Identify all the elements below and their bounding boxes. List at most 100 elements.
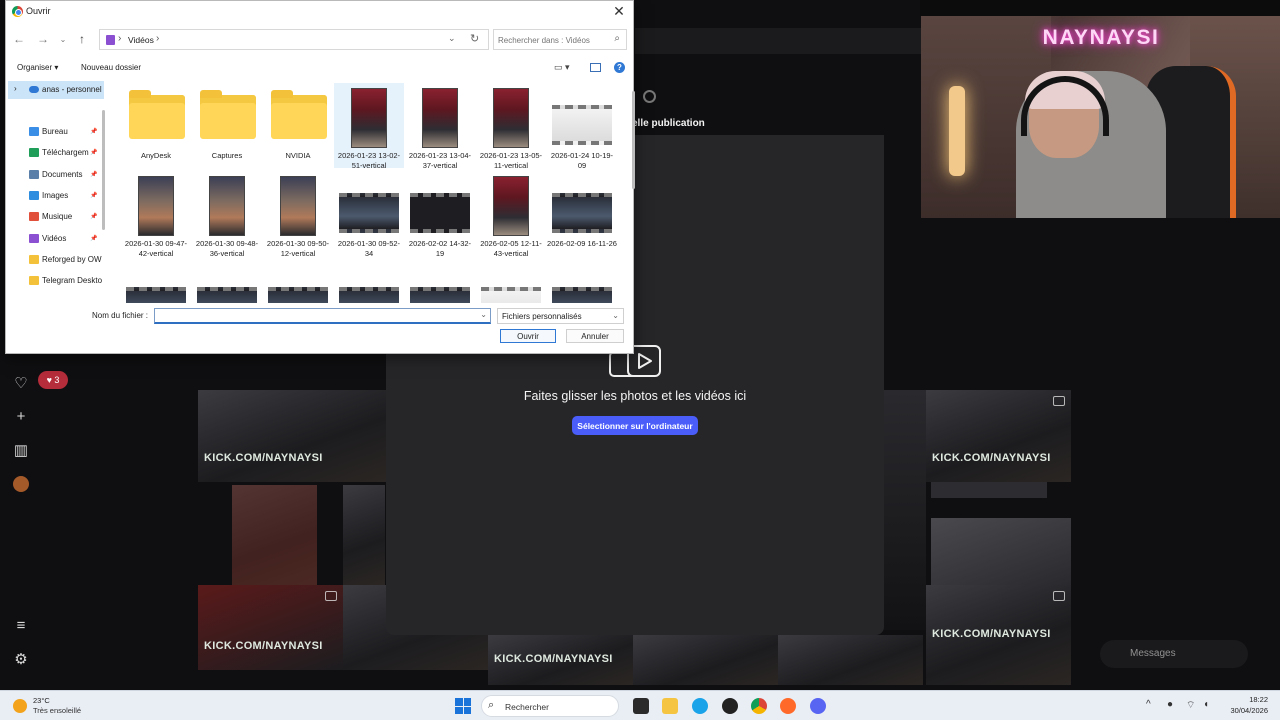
dialog-title-bar[interactable]: Ouvrir ✕: [6, 1, 633, 23]
address-bar[interactable]: › Vidéos › ⌄ ↻: [99, 29, 489, 50]
video-tile[interactable]: [884, 390, 926, 630]
obs-icon[interactable]: [722, 698, 738, 714]
close-icon[interactable]: ✕: [611, 3, 627, 20]
new-folder-button[interactable]: Nouveau dossier: [81, 63, 141, 72]
video-file-item[interactable]: 2026-02-02 14-32-19: [405, 171, 475, 258]
up-icon[interactable]: ↑: [75, 32, 89, 46]
help-icon[interactable]: ?: [614, 62, 625, 73]
video-tile[interactable]: [633, 635, 778, 685]
task-view-icon[interactable]: [633, 698, 649, 714]
video-thumbnail[interactable]: [481, 287, 541, 303]
nav-item-label[interactable]: Téléchargem: [42, 148, 89, 157]
volume-icon[interactable]: ◖: [1203, 699, 1209, 710]
video-tile[interactable]: [931, 482, 1047, 498]
preview-pane-icon[interactable]: [590, 63, 601, 72]
search-icon[interactable]: ⌕: [614, 33, 620, 44]
microphone-icon[interactable]: ●: [1167, 699, 1173, 710]
nav-item-label[interactable]: Images: [42, 191, 68, 200]
filetype-select[interactable]: Fichiers personnalisés ⌄: [497, 308, 624, 324]
video-tile[interactable]: KICK.COM/NAYNAYSI: [926, 585, 1071, 685]
cancel-button[interactable]: Annuler: [566, 329, 624, 343]
nav-item-label[interactable]: Reforged by OW: [42, 255, 102, 264]
nav-item-label[interactable]: Musique: [42, 212, 72, 221]
weather-sun-icon[interactable]: [13, 699, 27, 713]
chevron-down-icon[interactable]: ⌄: [480, 310, 487, 319]
organize-menu[interactable]: Organiser ▾: [17, 63, 58, 72]
refresh-icon[interactable]: ↻: [470, 32, 479, 45]
video-tile[interactable]: KICK.COM/NAYNAYSI: [488, 635, 633, 685]
menu-icon[interactable]: ≡: [12, 617, 30, 635]
video-tile[interactable]: [343, 485, 385, 585]
messages-button[interactable]: Messages: [1100, 640, 1248, 668]
filename-input[interactable]: [157, 310, 477, 322]
chevron-down-icon[interactable]: ⌄: [448, 33, 456, 44]
taskbar-search[interactable]: ⌕ Rechercher: [481, 695, 619, 717]
nav-scrollbar[interactable]: [102, 110, 105, 230]
chevron-up-icon[interactable]: ^: [1146, 699, 1151, 710]
video-tile[interactable]: [778, 635, 923, 685]
chevron-right-icon[interactable]: ›: [118, 33, 121, 44]
edge-icon[interactable]: [692, 698, 708, 714]
weather-temperature[interactable]: 23°C: [33, 696, 50, 705]
video-file-item[interactable]: 2026-02-09 16-11-26: [547, 171, 617, 256]
nav-item-label[interactable]: anas - personnel: [42, 85, 102, 94]
video-tile[interactable]: KICK.COM/NAYNAYSI: [926, 390, 1071, 482]
video-thumbnail[interactable]: [339, 287, 399, 303]
breadcrumb-videos[interactable]: Vidéos: [128, 35, 154, 45]
video-file-item[interactable]: 2026-01-30 09-48-36-vertical: [192, 171, 262, 258]
heart-icon[interactable]: ♡: [12, 375, 30, 393]
video-tile[interactable]: [931, 518, 1071, 585]
search-input[interactable]: [498, 33, 608, 47]
view-options-icon[interactable]: ▭ ▾: [554, 62, 570, 73]
back-icon[interactable]: ←: [12, 32, 26, 46]
recent-locations-icon[interactable]: ⌄: [56, 35, 70, 44]
firefox-icon[interactable]: [780, 698, 796, 714]
video-file-item[interactable]: 2026-01-30 09-50-12-vertical: [263, 171, 333, 258]
video-thumbnail[interactable]: [126, 287, 186, 303]
threads-icon[interactable]: ⚙: [12, 651, 30, 669]
video-tile[interactable]: [232, 485, 317, 585]
video-thumbnail[interactable]: [410, 287, 470, 303]
discord-icon[interactable]: [810, 698, 826, 714]
video-file-item[interactable]: 2026-01-30 09-52-34: [334, 171, 404, 258]
clock-time[interactable]: 18:22: [1226, 695, 1268, 704]
chevron-down-icon[interactable]: ⌄: [612, 311, 619, 320]
watermark-text: KICK.COM/NAYNAYSI: [932, 628, 1051, 640]
open-button[interactable]: Ouvrir: [500, 329, 556, 343]
stats-icon[interactable]: ▥: [12, 442, 30, 460]
video-file-item[interactable]: 2026-01-23 13-05-11-vertical: [476, 83, 546, 170]
file-list-scrollbar[interactable]: [632, 91, 635, 189]
network-icon[interactable]: ⌔: [1186, 699, 1195, 712]
video-tile[interactable]: KICK.COM/NAYNAYSI: [198, 390, 386, 482]
chrome-icon[interactable]: [751, 698, 767, 714]
video-tile[interactable]: KICK.COM/NAYNAYSI: [198, 585, 343, 670]
video-file-item[interactable]: 2026-01-23 13-02-51-vertical: [334, 83, 404, 170]
video-thumbnail[interactable]: [552, 287, 612, 303]
forward-icon[interactable]: →: [36, 32, 50, 46]
weather-description[interactable]: Très ensoleillé: [33, 706, 81, 715]
nav-item-label[interactable]: Bureau: [42, 127, 68, 136]
nav-item-label[interactable]: Vidéos: [42, 234, 66, 243]
create-icon[interactable]: +: [12, 408, 30, 426]
video-file-item[interactable]: 2026-01-23 13-04-37-vertical: [405, 83, 475, 170]
filename-combobox[interactable]: ⌄: [154, 308, 491, 324]
folder-item[interactable]: AnyDesk: [121, 83, 191, 168]
expand-chevron-icon[interactable]: ›: [14, 84, 17, 93]
nav-item-label[interactable]: Telegram Deskto: [42, 276, 102, 285]
clock-date[interactable]: 30/04/2026: [1222, 706, 1268, 715]
folder-item[interactable]: NVIDIA: [263, 83, 333, 168]
video-thumbnail[interactable]: [197, 287, 257, 303]
profile-avatar[interactable]: [13, 476, 29, 492]
folder-item[interactable]: Captures: [192, 83, 262, 168]
nav-item-label[interactable]: Documents: [42, 170, 82, 179]
video-file-item[interactable]: 2026-01-24 10-19-09: [547, 83, 617, 170]
select-from-computer-button[interactable]: Sélectionner sur l'ordinateur: [572, 416, 698, 435]
chevron-right-icon[interactable]: ›: [156, 33, 159, 44]
video-file-item[interactable]: 2026-02-05 12-11-43-vertical: [476, 171, 546, 258]
file-explorer-icon[interactable]: [662, 698, 678, 714]
windows-start-icon[interactable]: [455, 698, 471, 714]
video-thumbnail[interactable]: [268, 287, 328, 303]
images-icon: [29, 191, 39, 200]
video-file-item[interactable]: 2026-01-30 09-47-42-vertical: [121, 171, 191, 258]
search-box[interactable]: ⌕: [493, 29, 627, 50]
